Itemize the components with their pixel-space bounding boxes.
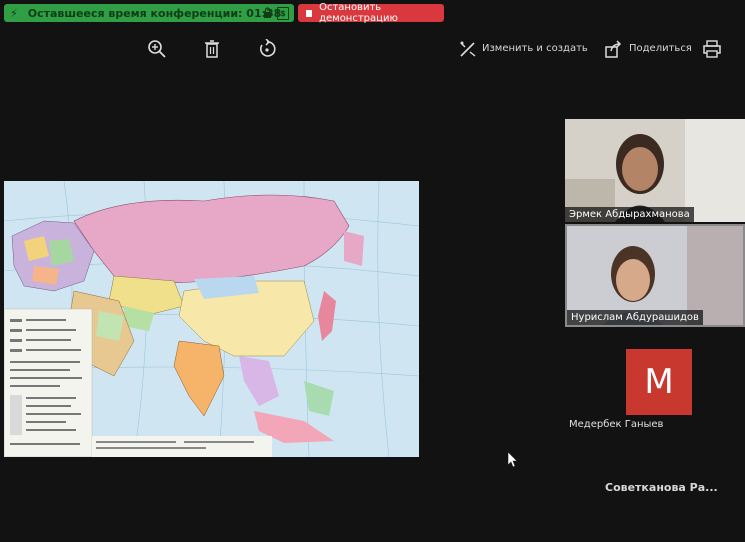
avatar[interactable]: М xyxy=(626,349,692,415)
participant-video-tile[interactable]: Нурислам Абдурашидов xyxy=(565,224,745,327)
political-map-image xyxy=(4,181,419,457)
participant-name: Нурислам Абдурашидов xyxy=(567,310,703,325)
stop-sharing-label: Остановить демонстрацию xyxy=(319,2,398,24)
edit-create-label[interactable]: Изменить и создать xyxy=(482,43,588,54)
participant-name: Эрмек Абдырахманова xyxy=(565,207,694,222)
zoom-in-icon[interactable] xyxy=(147,39,167,59)
stop-square-icon xyxy=(306,9,313,17)
lightning-icon: ⚡ xyxy=(10,6,18,20)
share-icon[interactable] xyxy=(603,39,623,59)
participant-name: Советканова Ра... xyxy=(605,481,718,494)
meeting-timer-text: Оставшееся время конференции: 01:38 xyxy=(27,6,282,20)
share-label[interactable]: Поделиться xyxy=(629,43,692,54)
rotate-icon[interactable] xyxy=(257,38,277,59)
dollar-icon: $ xyxy=(277,7,289,20)
stop-sharing-button[interactable]: Остановить демонстрацию xyxy=(298,2,444,24)
edit-create-icon[interactable] xyxy=(458,39,478,59)
participant-video-tile[interactable]: Эрмек Абдырахманова xyxy=(565,119,745,222)
mouse-cursor-icon xyxy=(507,451,518,468)
trash-icon[interactable] xyxy=(202,39,222,59)
lock-icon xyxy=(263,7,272,18)
meeting-top-bar: ⚡ Оставшееся время конференции: 01:38 $ … xyxy=(0,0,450,26)
printer-icon[interactable] xyxy=(702,39,722,59)
shared-screen-map xyxy=(4,181,419,457)
meeting-timer-pill: ⚡ Оставшееся время конференции: 01:38 $ xyxy=(4,4,294,22)
participant-name: Медербек Ганыев xyxy=(569,419,664,430)
